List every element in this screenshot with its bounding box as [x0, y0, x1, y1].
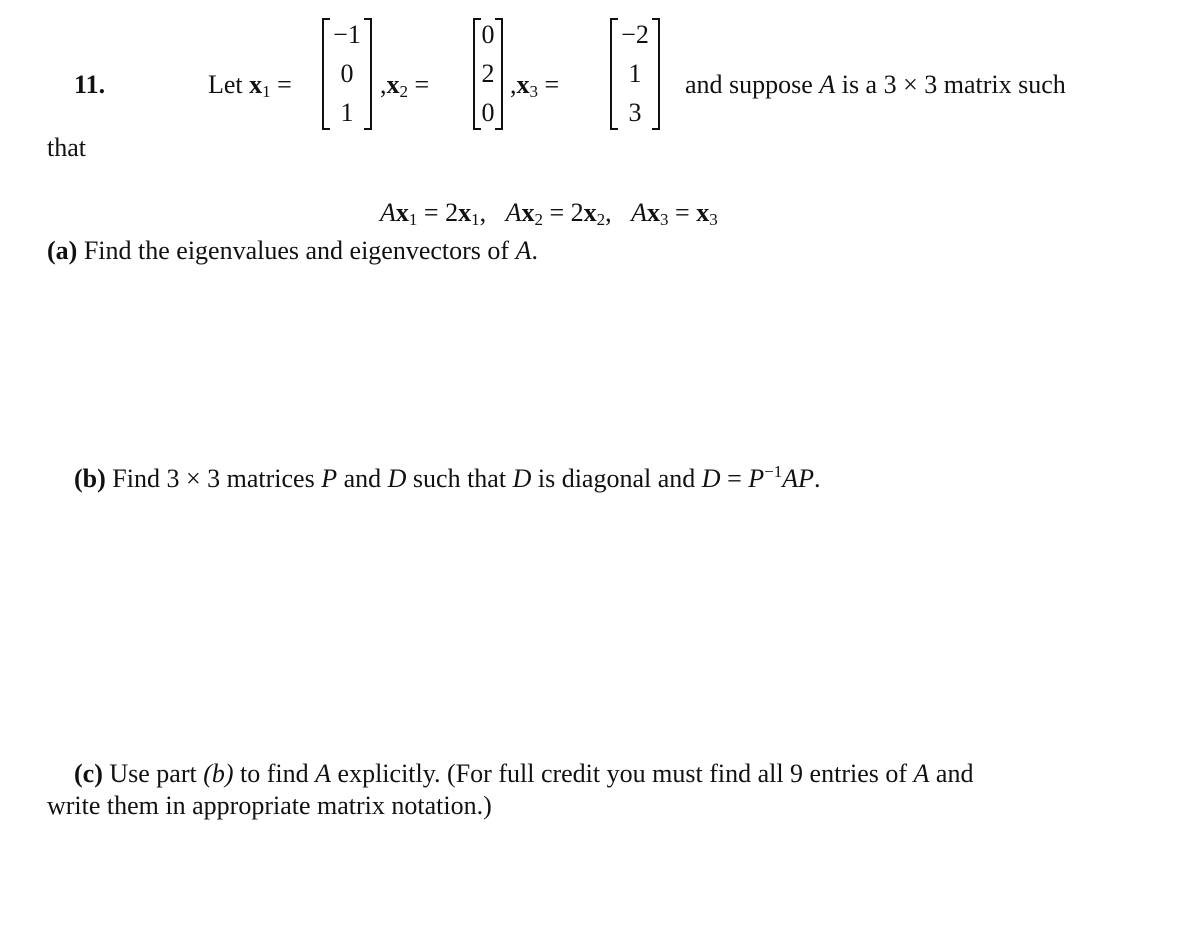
part-b-label: (b) — [74, 464, 106, 493]
period: . — [813, 464, 821, 493]
equals-sign: = — [544, 70, 560, 99]
problem-number: 11. — [74, 70, 106, 99]
matrix-symbol: D — [512, 464, 532, 493]
matrix-entry: 2 — [481, 59, 495, 88]
text: is diagonal and — [537, 464, 696, 493]
matrix-symbol: D — [701, 464, 721, 493]
vector-x2-matrix: 0 2 0 — [473, 18, 503, 130]
vector-symbol: x — [386, 70, 400, 99]
vector-symbol: x — [516, 70, 530, 99]
matrix-entry: 1 — [340, 98, 354, 127]
intro-suffix: and suppose A is a 3 × 3 matrix such — [685, 70, 1066, 100]
intro-continuation: that — [47, 133, 86, 162]
let-word: Let — [208, 70, 243, 99]
matrix-symbol: A — [819, 70, 836, 99]
text: Use part — [109, 759, 197, 788]
part-c-label: (c) — [74, 759, 103, 788]
text: Find 3 × 3 matrices — [112, 464, 315, 493]
text: explicitly. (For full credit you must fi… — [337, 759, 908, 788]
vector-x3-matrix: −2 1 3 — [610, 18, 660, 130]
part-reference: (b) — [203, 759, 234, 788]
vector-symbol: x — [249, 70, 263, 99]
text: is a 3 × 3 matrix such — [841, 70, 1066, 99]
part-a: (a) Find the eigenvalues and eigenvector… — [47, 236, 538, 266]
subscript: 2 — [399, 82, 409, 101]
matrix-symbol: AP — [782, 464, 814, 493]
period: . — [531, 236, 538, 265]
matrix-symbol: A — [913, 759, 930, 788]
x3-label: ,x3 = — [510, 70, 559, 100]
part-c-line2: write them in appropriate matrix notatio… — [47, 791, 492, 820]
text: and — [343, 464, 382, 493]
equals-sign: = — [277, 70, 292, 99]
text: such that — [412, 464, 507, 493]
subscript: 3 — [529, 82, 539, 101]
eigen-equations: Ax1 = 2x1, Ax2 = 2x2, Ax3 = x3 — [380, 198, 718, 228]
equation-1: Ax1 = 2x1, — [380, 198, 487, 229]
text: and suppose — [685, 70, 813, 99]
equals-sign: = — [727, 464, 742, 493]
matrix-symbol: D — [387, 464, 407, 493]
matrix-entry: 1 — [628, 59, 642, 88]
matrix-entry: −2 — [621, 20, 649, 49]
part-a-text: Find the eigenvalues and eigenvectors of — [83, 236, 510, 265]
matrix-symbol: P — [748, 464, 765, 493]
text: to find — [240, 759, 309, 788]
matrix-entry: 0 — [481, 20, 495, 49]
let-x1-label: Let x1 = — [208, 70, 292, 100]
matrix-entry: −1 — [333, 20, 361, 49]
equals-sign: = — [414, 70, 430, 99]
part-a-label: (a) — [47, 236, 78, 265]
inverse-exponent: −1 — [764, 462, 783, 481]
part-b: (b) Find 3 × 3 matrices P and D such tha… — [74, 462, 821, 494]
equation-2: Ax2 = 2x2, — [505, 198, 612, 229]
matrix-entry: 3 — [628, 98, 642, 127]
x2-label: ,x2 = — [380, 70, 429, 100]
matrix-symbol: A — [515, 236, 532, 265]
matrix-symbol: A — [315, 759, 332, 788]
vector-x1-matrix: −1 0 1 — [322, 18, 372, 130]
subscript: 1 — [262, 82, 271, 101]
equation-3: Ax3 = x3 — [631, 198, 718, 229]
part-c-line1: (c) Use part (b) to find A explicitly. (… — [74, 759, 973, 789]
matrix-entry: 0 — [340, 59, 354, 88]
matrix-symbol: P — [321, 464, 338, 493]
text: and — [935, 759, 974, 788]
matrix-entry: 0 — [481, 98, 495, 127]
